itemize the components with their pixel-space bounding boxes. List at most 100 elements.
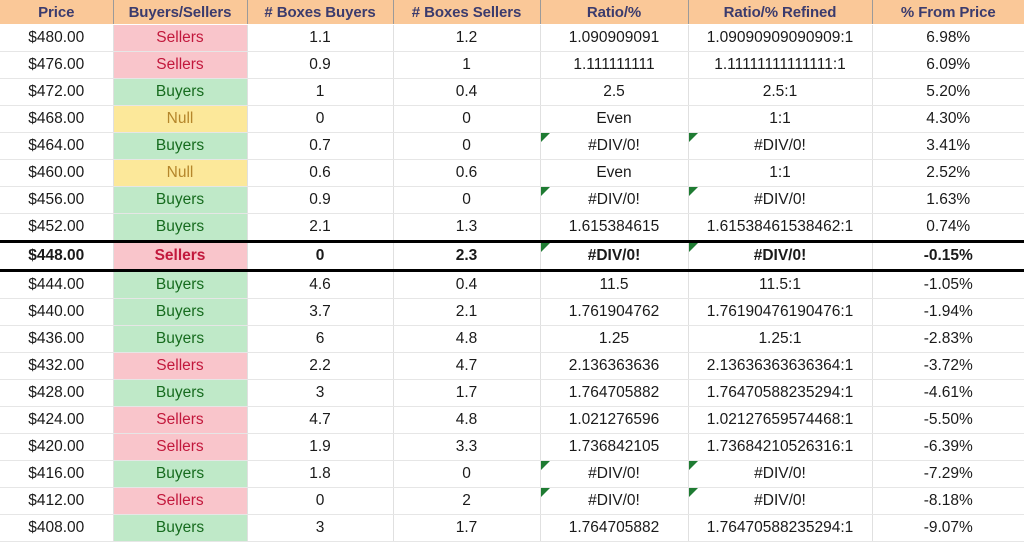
cell-pct-from-price[interactable]: -2.83% (872, 325, 1024, 353)
cell-pct-from-price[interactable]: -1.94% (872, 298, 1024, 326)
cell-signal-buyers[interactable]: Buyers (113, 379, 248, 407)
column-header-buyers-sellers[interactable]: Buyers/Sellers (113, 0, 248, 25)
cell-ratio[interactable]: 1.615384615 (540, 213, 689, 242)
cell-signal-sellers[interactable]: Sellers (113, 51, 248, 79)
cell-boxes-buyers[interactable]: 2.2 (247, 352, 394, 380)
cell-boxes-buyers[interactable]: 1.1 (247, 24, 394, 52)
table-row[interactable]: $444.00 Buyers 4.6 0.4 11.5 11.5:1 -1.05% (0, 270, 1024, 299)
table-row[interactable]: $468.00 Null 0 0 Even 1:1 4.30% (0, 105, 1024, 133)
cell-boxes-buyers[interactable]: 0.6 (247, 159, 394, 187)
cell-ratio[interactable]: 11.5 (540, 270, 689, 299)
cell-ratio-refined[interactable]: #DIV/0! (688, 132, 873, 160)
cell-pct-from-price[interactable]: 6.98% (872, 24, 1024, 52)
table-row[interactable]: $476.00 Sellers 0.9 1 1.111111111 1.111111111… (0, 51, 1024, 79)
cell-pct-from-price[interactable]: -5.50% (872, 406, 1024, 434)
cell-pct-from-price[interactable]: -9.07% (872, 514, 1024, 542)
cell-boxes-buyers[interactable]: 0.9 (247, 186, 394, 214)
table-row[interactable]: $472.00 Buyers 1 0.4 2.5 2.5:1 5.20% (0, 78, 1024, 106)
cell-boxes-sellers[interactable]: 0.6 (393, 159, 541, 187)
cell-ratio[interactable]: #DIV/0! (540, 186, 689, 214)
cell-boxes-buyers[interactable]: 1.9 (247, 433, 394, 461)
cell-ratio[interactable]: 1.764705882 (540, 514, 689, 542)
cell-price[interactable]: $440.00 (0, 298, 114, 326)
cell-signal-buyers[interactable]: Buyers (113, 514, 248, 542)
cell-pct-from-price[interactable]: -6.39% (872, 433, 1024, 461)
cell-signal-sellers[interactable]: Sellers (113, 24, 248, 52)
cell-ratio-refined[interactable]: #DIV/0! (688, 186, 873, 214)
cell-boxes-buyers[interactable]: 0 (247, 105, 394, 133)
cell-signal-null[interactable]: Null (113, 105, 248, 133)
cell-ratio[interactable]: 1.736842105 (540, 433, 689, 461)
cell-pct-from-price[interactable]: -0.15% (872, 240, 1024, 272)
cell-price[interactable]: $408.00 (0, 514, 114, 542)
cell-pct-from-price[interactable]: 6.09% (872, 51, 1024, 79)
table-row[interactable]: $436.00 Buyers 6 4.8 1.25 1.25:1 -2.83% (0, 325, 1024, 353)
cell-ratio-refined[interactable]: 2.5:1 (688, 78, 873, 106)
cell-boxes-sellers[interactable]: 0.4 (393, 78, 541, 106)
cell-ratio[interactable]: 1.111111111 (540, 51, 689, 79)
cell-boxes-buyers[interactable]: 0.9 (247, 51, 394, 79)
cell-boxes-sellers[interactable]: 0 (393, 105, 541, 133)
cell-ratio-refined[interactable]: 11.5:1 (688, 270, 873, 299)
cell-boxes-sellers[interactable]: 4.8 (393, 406, 541, 434)
cell-ratio-refined[interactable]: #DIV/0! (688, 487, 873, 515)
table-row[interactable]: $416.00 Buyers 1.8 0 #DIV/0! #DIV/0! -7.29% (0, 460, 1024, 488)
cell-boxes-buyers[interactable]: 3.7 (247, 298, 394, 326)
cell-ratio-refined[interactable]: 1.61538461538462:1 (688, 213, 873, 242)
cell-boxes-buyers[interactable]: 4.7 (247, 406, 394, 434)
cell-boxes-buyers[interactable]: 3 (247, 514, 394, 542)
column-header-pct-from-price[interactable]: % From Price (872, 0, 1024, 25)
cell-signal-null[interactable]: Null (113, 159, 248, 187)
cell-boxes-sellers[interactable]: 1.3 (393, 213, 541, 242)
cell-pct-from-price[interactable]: 4.30% (872, 105, 1024, 133)
cell-price[interactable]: $476.00 (0, 51, 114, 79)
cell-boxes-sellers[interactable]: 2.1 (393, 298, 541, 326)
cell-ratio-refined[interactable]: 1.09090909090909:1 (688, 24, 873, 52)
cell-boxes-buyers[interactable]: 3 (247, 379, 394, 407)
cell-boxes-buyers[interactable]: 2.1 (247, 213, 394, 242)
cell-price[interactable]: $448.00 (0, 240, 114, 272)
cell-boxes-sellers[interactable]: 1.7 (393, 379, 541, 407)
cell-pct-from-price[interactable]: -3.72% (872, 352, 1024, 380)
cell-boxes-sellers[interactable]: 2.3 (393, 240, 541, 272)
table-row[interactable]: $432.00 Sellers 2.2 4.7 2.136363636 2.1363636… (0, 352, 1024, 380)
column-header-boxes-buyers[interactable]: # Boxes Buyers (247, 0, 394, 25)
cell-boxes-sellers[interactable]: 2 (393, 487, 541, 515)
table-row[interactable]: $464.00 Buyers 0.7 0 #DIV/0! #DIV/0! 3.41% (0, 132, 1024, 160)
column-header-price[interactable]: Price (0, 0, 114, 25)
table-row[interactable]: $448.00 Sellers 0 2.3 #DIV/0! #DIV/0! -0.15% (0, 240, 1024, 272)
cell-price[interactable]: $424.00 (0, 406, 114, 434)
cell-ratio[interactable]: Even (540, 105, 689, 133)
cell-ratio[interactable]: #DIV/0! (540, 240, 689, 272)
cell-ratio[interactable]: 1.761904762 (540, 298, 689, 326)
cell-ratio[interactable]: 1.764705882 (540, 379, 689, 407)
column-header-ratio-refined[interactable]: Ratio/% Refined (688, 0, 873, 25)
cell-price[interactable]: $412.00 (0, 487, 114, 515)
cell-pct-from-price[interactable]: 2.52% (872, 159, 1024, 187)
cell-ratio[interactable]: 1.090909091 (540, 24, 689, 52)
table-row[interactable]: $420.00 Sellers 1.9 3.3 1.736842105 1.7368421… (0, 433, 1024, 461)
cell-price[interactable]: $472.00 (0, 78, 114, 106)
cell-signal-sellers[interactable]: Sellers (113, 406, 248, 434)
table-row[interactable]: $456.00 Buyers 0.9 0 #DIV/0! #DIV/0! 1.63% (0, 186, 1024, 214)
cell-ratio-refined[interactable]: 1.25:1 (688, 325, 873, 353)
cell-boxes-buyers[interactable]: 0 (247, 487, 394, 515)
cell-pct-from-price[interactable]: -4.61% (872, 379, 1024, 407)
cell-ratio[interactable]: 1.021276596 (540, 406, 689, 434)
table-row[interactable]: $480.00 Sellers 1.1 1.2 1.090909091 1.0909090… (0, 24, 1024, 52)
cell-boxes-buyers[interactable]: 1.8 (247, 460, 394, 488)
cell-boxes-sellers[interactable]: 0.4 (393, 270, 541, 299)
cell-ratio[interactable]: #DIV/0! (540, 487, 689, 515)
cell-signal-buyers[interactable]: Buyers (113, 325, 248, 353)
cell-price[interactable]: $416.00 (0, 460, 114, 488)
cell-boxes-sellers[interactable]: 3.3 (393, 433, 541, 461)
cell-price[interactable]: $464.00 (0, 132, 114, 160)
cell-boxes-sellers[interactable]: 4.7 (393, 352, 541, 380)
cell-boxes-sellers[interactable]: 1.7 (393, 514, 541, 542)
cell-ratio[interactable]: Even (540, 159, 689, 187)
cell-ratio[interactable]: 2.136363636 (540, 352, 689, 380)
cell-ratio-refined[interactable]: 1.11111111111111:1 (688, 51, 873, 79)
cell-ratio-refined[interactable]: 1.02127659574468:1 (688, 406, 873, 434)
cell-signal-buyers[interactable]: Buyers (113, 78, 248, 106)
cell-boxes-sellers[interactable]: 0 (393, 460, 541, 488)
